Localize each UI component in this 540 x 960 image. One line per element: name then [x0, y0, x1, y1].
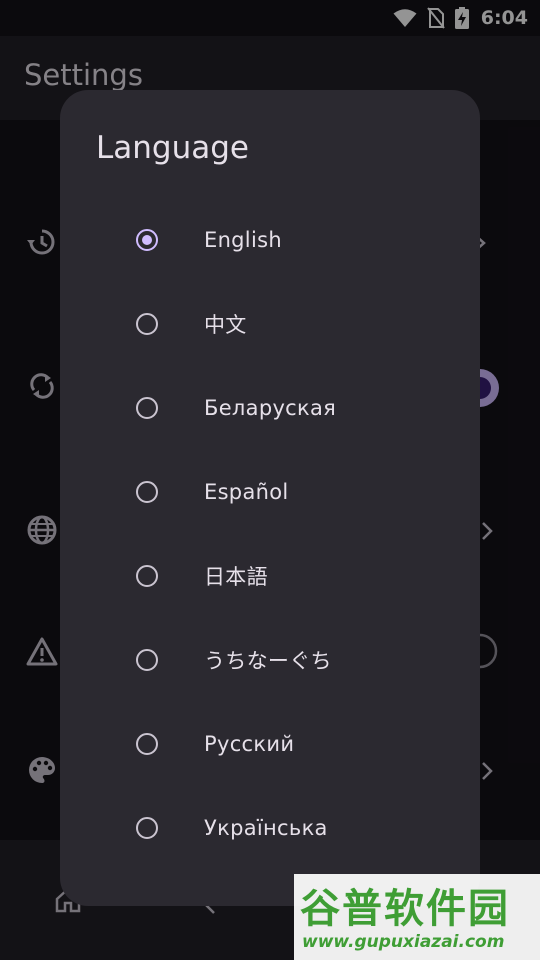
- language-option-label: 中文: [204, 313, 247, 337]
- radio-button-selected[interactable]: [136, 229, 158, 251]
- radio-button[interactable]: [136, 313, 158, 335]
- language-option-okinawan[interactable]: うちなーぐち: [60, 618, 480, 702]
- dialog-title: Language: [96, 130, 249, 166]
- language-option-label: 日本語: [204, 565, 268, 589]
- language-option-label: Español: [204, 480, 289, 504]
- language-option-belarusian[interactable]: Беларуская: [60, 366, 480, 450]
- radio-button[interactable]: [136, 649, 158, 671]
- language-option-russian[interactable]: Русский: [60, 702, 480, 786]
- language-option-japanese[interactable]: 日本語: [60, 534, 480, 618]
- radio-button[interactable]: [136, 481, 158, 503]
- language-option-label: Беларуская: [204, 396, 337, 420]
- language-option-label: うちなーぐち: [204, 649, 332, 673]
- watermark: 谷普软件园 www.gupuxiazai.com: [294, 874, 540, 960]
- language-option-label: Українська: [204, 816, 328, 840]
- radio-button[interactable]: [136, 733, 158, 755]
- language-option-ukrainian[interactable]: Українська: [60, 786, 480, 870]
- radio-button[interactable]: [136, 397, 158, 419]
- radio-button[interactable]: [136, 565, 158, 587]
- language-option-chinese[interactable]: 中文: [60, 282, 480, 366]
- watermark-url: www.gupuxiazai.com: [302, 932, 505, 952]
- language-dialog: Language English 中文 Беларуская Español 日…: [60, 90, 480, 906]
- language-option-label: English: [204, 228, 282, 252]
- watermark-text: 谷普软件园: [300, 886, 510, 932]
- language-option-english[interactable]: English: [60, 198, 480, 282]
- language-option-list: English 中文 Беларуская Español 日本語 うちなーぐち…: [60, 198, 480, 870]
- language-option-label: Русский: [204, 732, 295, 756]
- radio-button[interactable]: [136, 817, 158, 839]
- language-option-spanish[interactable]: Español: [60, 450, 480, 534]
